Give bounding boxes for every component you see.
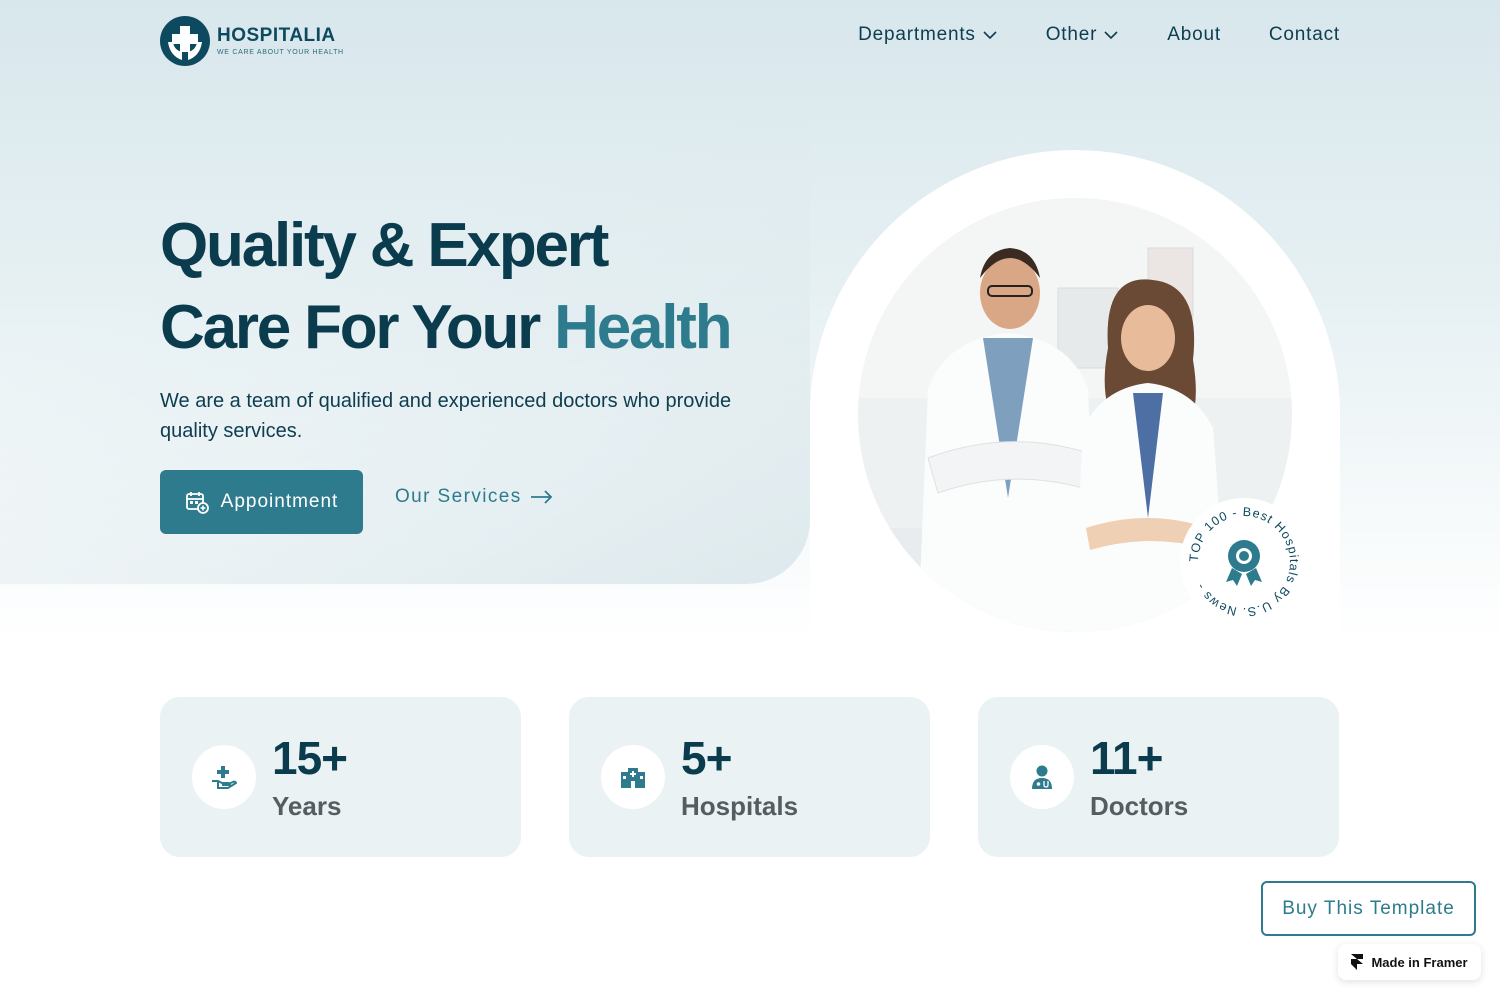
appointment-button[interactable]: Appointment — [160, 470, 363, 534]
buy-template-button[interactable]: Buy This Template — [1261, 881, 1476, 936]
made-in-framer-badge[interactable]: Made in Framer — [1338, 944, 1481, 980]
nav-item-about[interactable]: About — [1167, 24, 1221, 46]
stat-card-years: 15+ Years — [160, 697, 521, 857]
nav-item-other[interactable]: Other — [1046, 24, 1120, 46]
stat-card-hospitals: 5+ Hospitals — [569, 697, 930, 857]
stat-value: 5+ — [681, 732, 732, 784]
brand-name: HOSPITALIA — [217, 25, 336, 46]
logo-mark-icon — [160, 16, 210, 66]
appointment-label: Appointment — [220, 491, 339, 512]
calendar-add-icon — [185, 492, 209, 514]
stat-label: Doctors — [1090, 791, 1189, 821]
hospital-icon — [621, 768, 645, 788]
hero-title-line1: Quality & Expert — [160, 211, 609, 280]
nav-label: Departments — [858, 24, 976, 45]
chevron-down-icon — [983, 31, 997, 40]
stat-label: Years — [272, 791, 342, 821]
award-badge-icon: TOP 100 - Best Hospitals By U.S. News - — [1187, 505, 1300, 619]
stat-icon-circle — [1010, 745, 1074, 809]
arrow-right-icon — [530, 490, 552, 504]
chevron-down-icon — [1104, 31, 1118, 40]
top100-badge: TOP 100 - Best Hospitals By U.S. News - — [1180, 498, 1308, 626]
hero-subtitle: We are a team of qualified and experienc… — [160, 390, 732, 442]
hero-title: Quality & Expert Care For Your Health — [160, 205, 733, 369]
doctor-icon — [1032, 765, 1052, 789]
stat-label: Hospitals — [681, 791, 799, 821]
logo[interactable]: HOSPITALIA WE CARE ABOUT YOUR HEALTH — [160, 16, 344, 66]
stat-icon-circle — [192, 745, 256, 809]
nav-item-contact[interactable]: Contact — [1269, 24, 1340, 46]
framer-logo-icon — [1351, 954, 1364, 970]
nav-label: About — [1167, 24, 1221, 45]
nav-item-departments[interactable]: Departments — [858, 24, 998, 46]
services-label: Our Services — [395, 486, 522, 507]
framer-label: Made in Framer — [1371, 954, 1468, 970]
main-nav: Departments Other About Contact — [858, 24, 1340, 46]
stats-row: 15+ Years 5+ Hospitals 11+ Doctors — [160, 697, 1340, 857]
brand-tagline: WE CARE ABOUT YOUR HEALTH — [217, 49, 344, 56]
hero-title-line2: Care For Your — [160, 293, 541, 362]
hand-plus-icon — [212, 766, 237, 789]
stat-card-doctors: 11+ Doctors — [978, 697, 1339, 857]
nav-label: Contact — [1268, 24, 1340, 45]
stat-icon-circle — [601, 745, 665, 809]
our-services-link[interactable]: Our Services — [395, 483, 554, 511]
nav-label: Other — [1045, 24, 1098, 45]
stat-value: 15+ — [272, 732, 348, 784]
stat-value: 11+ — [1090, 732, 1163, 784]
hero-title-accent: Health — [554, 293, 733, 362]
